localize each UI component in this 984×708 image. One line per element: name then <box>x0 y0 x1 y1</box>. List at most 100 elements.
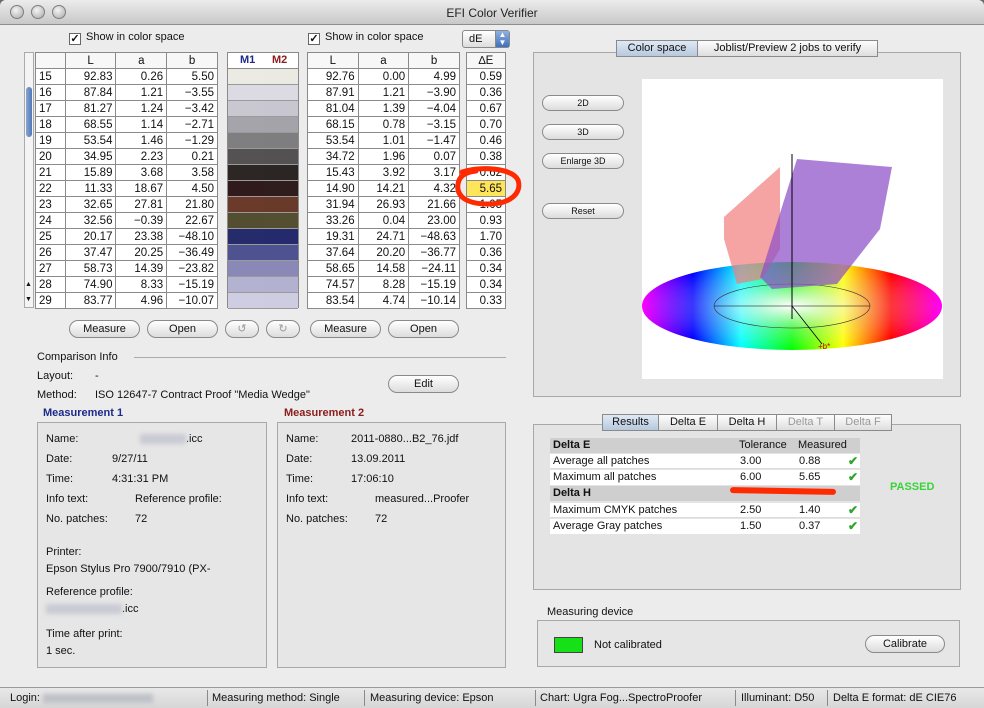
table-row[interactable]: 21 15.89 3.68 3.58 <box>35 164 218 181</box>
table-row[interactable]: 0.67 <box>466 100 506 117</box>
table-row[interactable]: 0.93 <box>466 212 506 229</box>
measure-button-m2[interactable]: Measure <box>310 320 381 338</box>
cell-b1: −10.07 <box>166 292 218 309</box>
table-row[interactable]: 0.38 <box>466 148 506 165</box>
table-row[interactable]: 0.36 <box>466 244 506 261</box>
tab-delta-h[interactable]: Delta H <box>717 414 777 431</box>
table-row[interactable]: 31.94 26.93 21.66 <box>307 196 460 213</box>
table-row[interactable]: 26 37.47 20.25 −36.49 <box>35 244 218 261</box>
chart-status: Chart: Ugra Fog...SpectroProofer <box>540 692 703 704</box>
tab-delta-e[interactable]: Delta E <box>658 414 718 431</box>
left-scrollbar[interactable]: ▲ ▼ <box>24 52 34 308</box>
swatch-m1 <box>228 133 263 148</box>
table-row[interactable]: 24 32.56 −0.39 22.67 <box>35 212 218 229</box>
cell-l1: 58.73 <box>64 260 117 277</box>
table-row[interactable]: 22 11.33 18.67 4.50 <box>35 180 218 197</box>
table-row[interactable]: 37.64 20.20 −36.77 <box>307 244 460 261</box>
open-button-m2[interactable]: Open <box>388 320 459 338</box>
tab-delta-t[interactable]: Delta T <box>776 414 835 431</box>
table-row[interactable]: 19.31 24.71 −48.63 <box>307 228 460 245</box>
device-status-indicator <box>554 637 583 653</box>
cell-delta-e: 0.36 <box>466 84 506 101</box>
checkbox-icon[interactable]: ✓ <box>69 33 81 45</box>
cell-a1: 20.25 <box>115 244 168 261</box>
table-row[interactable]: 0.34 <box>466 276 506 293</box>
cell-b1: −3.42 <box>166 100 218 117</box>
table-row[interactable]: 16 87.84 1.21 −3.55 <box>35 84 218 101</box>
cell-l1: 15.89 <box>64 164 117 181</box>
undo-button[interactable]: ↺ <box>225 320 259 338</box>
table-row[interactable]: 20 34.95 2.23 0.21 <box>35 148 218 165</box>
check-icon: ✔ <box>848 519 859 533</box>
tab-results[interactable]: Results <box>602 414 659 431</box>
table-row[interactable]: 0.59 <box>466 68 506 85</box>
table-row[interactable]: 29 83.77 4.96 −10.07 <box>35 292 218 309</box>
measuring-device-status: Measuring device: Epson <box>370 692 494 704</box>
table-row[interactable]: 74.57 8.28 −15.19 <box>307 276 460 293</box>
table-row[interactable]: 58.65 14.58 −24.11 <box>307 260 460 277</box>
scroll-up-icon[interactable]: ▲ <box>25 281 32 288</box>
table-row[interactable]: 15 92.83 0.26 5.50 <box>35 68 218 85</box>
scroll-thumb[interactable] <box>26 87 32 137</box>
color-space-3d-view[interactable]: +b* <box>642 79 943 379</box>
swatch-m2 <box>263 165 298 180</box>
table-row[interactable]: 0.36 <box>466 84 506 101</box>
measure-button-m1[interactable]: Measure <box>69 320 140 338</box>
table-row[interactable]: 81.04 1.39 −4.04 <box>307 100 460 117</box>
enlarge-3d-button[interactable]: Enlarge 3D <box>542 153 624 169</box>
scroll-down-icon[interactable]: ▼ <box>25 296 32 303</box>
blurred-text <box>140 434 186 445</box>
view-2d-button[interactable]: 2D <box>542 95 624 111</box>
cell-a2: 0.04 <box>357 212 410 229</box>
view-3d-button[interactable]: 3D <box>542 124 624 140</box>
col-l: L <box>64 52 117 69</box>
cell-n: 21 <box>35 164 66 181</box>
table-row[interactable]: 0.70 <box>466 116 506 133</box>
cell-delta-e: 0.93 <box>466 212 506 229</box>
table-row[interactable]: 0.46 <box>466 132 506 149</box>
table-row[interactable]: 34.72 1.96 0.07 <box>307 148 460 165</box>
tab-joblist-preview[interactable]: Joblist/Preview 2 jobs to verify <box>697 40 878 57</box>
table-row[interactable]: 18 68.55 1.14 −2.71 <box>35 116 218 133</box>
measured-header: Measured <box>798 439 847 451</box>
table-row[interactable]: 68.15 0.78 −3.15 <box>307 116 460 133</box>
table-row[interactable]: 92.76 0.00 4.99 <box>307 68 460 85</box>
table-row[interactable]: 23 32.65 27.81 21.80 <box>35 196 218 213</box>
table-row[interactable]: 87.91 1.21 −3.90 <box>307 84 460 101</box>
delta-format-select[interactable]: dE ▲ ▼ <box>462 30 510 48</box>
cell-l1: 92.83 <box>64 68 117 85</box>
cell-delta-e: 0.46 <box>466 132 506 149</box>
table-row[interactable]: 33.26 0.04 23.00 <box>307 212 460 229</box>
cell-delta-e: 0.59 <box>466 68 506 85</box>
show-color-space-m2[interactable]: ✓ Show in color space <box>308 31 423 45</box>
cell-b1: 5.50 <box>166 68 218 85</box>
edit-button[interactable]: Edit <box>388 375 459 393</box>
cell-delta-e: 0.36 <box>466 244 506 261</box>
status-bar: Login: Measuring method: Single Measurin… <box>0 687 984 708</box>
delta-e-section: Delta E <box>553 439 591 451</box>
delta-h-section: Delta H <box>553 487 591 499</box>
calibrate-button[interactable]: Calibrate <box>865 635 945 653</box>
table-row[interactable]: 1.70 <box>466 228 506 245</box>
tab-color-space[interactable]: Color space <box>616 40 698 57</box>
table-row[interactable]: 25 20.17 23.38 −48.10 <box>35 228 218 245</box>
show-color-space-m1[interactable]: ✓ Show in color space <box>69 31 184 45</box>
open-button-m1[interactable]: Open <box>147 320 218 338</box>
table-row[interactable]: 19 53.54 1.46 −1.29 <box>35 132 218 149</box>
table-row[interactable]: 0.33 <box>466 292 506 309</box>
cell-a2: 1.21 <box>357 84 410 101</box>
tab-delta-f[interactable]: Delta F <box>834 414 892 431</box>
redo-button[interactable]: ↻ <box>266 320 300 338</box>
reset-view-button[interactable]: Reset <box>542 203 624 219</box>
table-row[interactable]: 15.43 3.92 3.17 <box>307 164 460 181</box>
table-row[interactable]: 28 74.90 8.33 −15.19 <box>35 276 218 293</box>
checkbox-icon[interactable]: ✓ <box>308 33 320 45</box>
table-row[interactable]: 17 81.27 1.24 −3.42 <box>35 100 218 117</box>
table-row[interactable]: 0.34 <box>466 260 506 277</box>
col-b: b <box>408 52 460 69</box>
table-row[interactable]: 53.54 1.01 −1.47 <box>307 132 460 149</box>
table-row[interactable]: 27 58.73 14.39 −23.82 <box>35 260 218 277</box>
table-row[interactable]: 83.54 4.74 −10.14 <box>307 292 460 309</box>
cell-n: 19 <box>35 132 66 149</box>
table-row[interactable]: 14.90 14.21 4.32 <box>307 180 460 197</box>
